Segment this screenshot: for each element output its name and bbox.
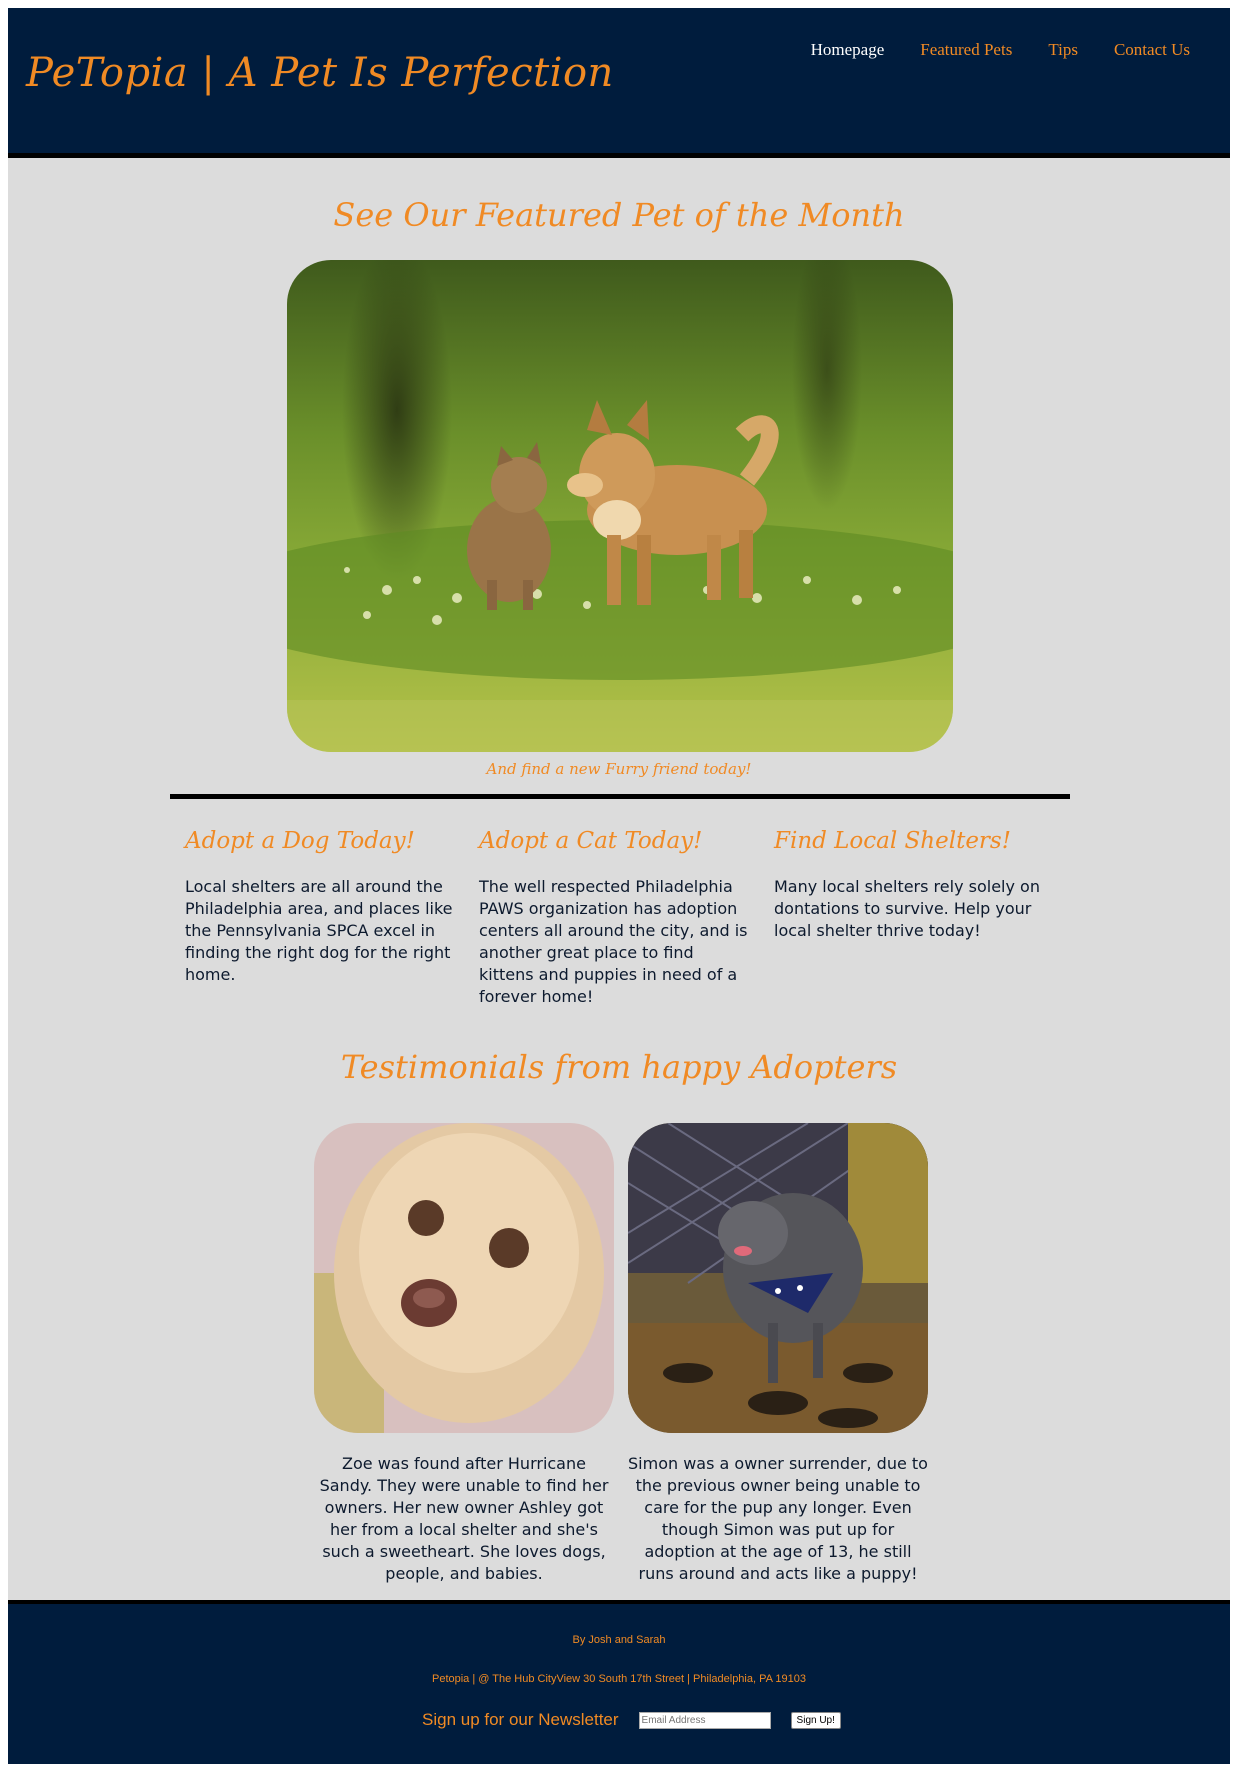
page-frame: PeTopia | A Pet Is Perfection Homepage F… (8, 8, 1230, 1764)
signup-button[interactable]: Sign Up! (790, 1711, 841, 1729)
footer-address: Petopia | @ The Hub CityView 30 South 17… (431, 1673, 806, 1685)
main-nav: Homepage Featured Pets Tips Contact Us (811, 40, 1190, 60)
nav-contact-us[interactable]: Contact Us (1114, 40, 1190, 60)
featured-caption: And find a new Furry friend today! (486, 760, 752, 778)
terrier-image (628, 1123, 928, 1433)
local-shelters-text: Many local shelters rely solely on donta… (774, 877, 1040, 940)
zoe-photo (314, 1123, 614, 1433)
site-footer: By Josh and Sarah Petopia | @ The Hub Ci… (8, 1600, 1230, 1764)
poodle-image (314, 1123, 614, 1433)
adopt-dog-text: Local shelters are all around the Philad… (185, 877, 453, 984)
testimonials-heading: Testimonials from happy Adopters (340, 1048, 898, 1086)
kitten-puppy-image (287, 260, 953, 752)
adopt-dog-column: Adopt a Dog Today! Local shelters are al… (185, 828, 455, 986)
site-header: PeTopia | A Pet Is Perfection Homepage F… (8, 8, 1230, 158)
nav-tips[interactable]: Tips (1048, 40, 1078, 60)
simon-photo (628, 1123, 928, 1433)
local-shelters-heading: Find Local Shelters! (774, 828, 1011, 854)
adopt-cat-heading: Adopt a Cat Today! (479, 828, 703, 854)
zoe-testimonial: Zoe was found after Hurricane Sandy. The… (319, 1454, 609, 1583)
adopt-dog-heading: Adopt a Dog Today! (185, 828, 415, 854)
simon-testimonial: Simon was a owner surrender, due to the … (628, 1454, 928, 1583)
adopt-cat-column: Adopt a Cat Today! The well respected Ph… (479, 828, 749, 1008)
site-title: PeTopia | A Pet Is Perfection (26, 50, 614, 96)
newsletter-label: Sign up for our Newsletter (422, 1710, 619, 1729)
local-shelters-column: Find Local Shelters! Many local shelters… (774, 828, 1044, 942)
nav-featured-pets[interactable]: Featured Pets (920, 40, 1012, 60)
nav-homepage[interactable]: Homepage (811, 40, 885, 60)
featured-pet-photo (287, 260, 953, 752)
featured-heading: See Our Featured Pet of the Month (333, 196, 905, 234)
section-divider (170, 794, 1070, 799)
adopt-cat-text: The well respected Philadelphia PAWS org… (479, 877, 748, 1006)
footer-credit: By Josh and Sarah (572, 1634, 666, 1646)
newsletter-form: Sign up for our Newsletter Sign Up! (422, 1710, 841, 1730)
email-input[interactable] (638, 1711, 771, 1729)
